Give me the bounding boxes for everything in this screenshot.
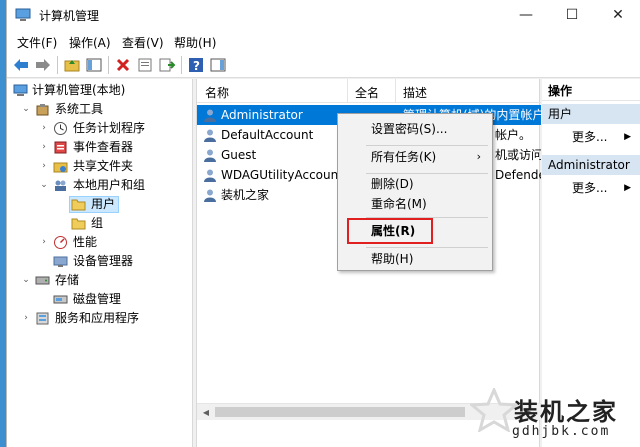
tree-item-event-viewer[interactable]: › 事件查看器 <box>7 138 193 157</box>
tree-item-system-tools[interactable]: ⌄ 系统工具 <box>7 100 193 119</box>
chevron-down-icon[interactable]: ⌄ <box>39 176 49 195</box>
device-manager-icon <box>53 256 68 267</box>
window-title: 计算机管理 <box>39 9 100 23</box>
actions-section-users[interactable]: 用户 <box>542 104 640 124</box>
column-name[interactable]: 名称 <box>205 84 229 101</box>
ctx-rename[interactable]: 重命名(M) <box>339 193 491 215</box>
list-header: 名称 全名 描述 <box>197 79 541 103</box>
tools-icon <box>36 104 49 116</box>
storage-icon <box>35 276 50 285</box>
performance-icon <box>54 236 67 249</box>
maximize-button[interactable]: ☐ <box>549 0 595 30</box>
tree-item-computer-management[interactable]: 计算机管理(本地) <box>7 81 193 100</box>
action-pane-icon[interactable] <box>208 55 228 75</box>
computer-management-icon <box>15 8 31 21</box>
ctx-help[interactable]: 帮助(H) <box>339 248 491 270</box>
toolbar: ? <box>7 52 640 78</box>
clock-icon <box>54 122 67 135</box>
user-icon <box>204 169 216 182</box>
chevron-right-icon[interactable]: › <box>39 157 49 176</box>
column-fullname[interactable]: 全名 <box>355 84 379 101</box>
show-hide-tree-icon[interactable] <box>84 55 104 75</box>
user-icon <box>204 149 216 162</box>
triangle-right-icon: ▶ <box>624 132 631 142</box>
watermark-text: 装机之家 <box>514 398 618 426</box>
tree-item-device-manager[interactable]: 设备管理器 <box>7 252 193 271</box>
triangle-right-icon: ▶ <box>624 183 631 193</box>
actions-more-administrator[interactable]: 更多... ▶ <box>542 178 640 198</box>
services-icon <box>36 312 49 325</box>
actions-more-users[interactable]: 更多... ▶ <box>542 127 640 147</box>
properties-icon[interactable] <box>135 55 155 75</box>
help-icon[interactable]: ? <box>186 55 206 75</box>
chevron-down-icon[interactable]: ⌄ <box>21 271 31 290</box>
watermark-url: gdhjbk.com <box>512 424 611 439</box>
column-description[interactable]: 描述 <box>403 84 427 101</box>
computer-management-icon <box>13 84 28 96</box>
up-folder-icon[interactable] <box>62 55 82 75</box>
event-viewer-icon <box>54 141 67 154</box>
actions-section-administrator[interactable]: Administrator <box>542 155 640 175</box>
chevron-right-icon[interactable]: › <box>39 119 49 138</box>
export-list-icon[interactable] <box>157 55 177 75</box>
menu-help[interactable]: 帮助(H) <box>174 34 216 51</box>
tree-item-local-users-groups[interactable]: ⌄ 本地用户和组 <box>7 176 193 195</box>
minimize-button[interactable]: — <box>503 0 549 30</box>
menu-action[interactable]: 操作(A) <box>69 34 111 51</box>
tree-item-performance[interactable]: › 性能 <box>7 233 193 252</box>
tree-item-disk-management[interactable]: 磁盘管理 <box>7 290 193 309</box>
chevron-right-icon: › <box>476 150 481 163</box>
back-icon[interactable] <box>11 55 31 75</box>
scroll-left-icon[interactable]: ◀ <box>199 406 213 419</box>
navigation-tree: 计算机管理(本地) ⌄ 系统工具 › 任务计划程序 › 事件查看器 › 共享文件… <box>7 79 193 447</box>
tree-item-task-scheduler[interactable]: › 任务计划程序 <box>7 119 193 138</box>
ctx-all-tasks[interactable]: 所有任务(K) › <box>339 146 491 168</box>
ctx-delete[interactable]: 删除(D) <box>339 173 491 195</box>
ctx-set-password[interactable]: 设置密码(S)... <box>339 118 491 140</box>
tree-item-groups[interactable]: 组 <box>7 214 193 233</box>
close-button[interactable]: ✕ <box>595 0 640 30</box>
menu-file[interactable]: 文件(F) <box>17 34 57 51</box>
shared-folder-icon <box>53 162 68 173</box>
chevron-down-icon[interactable]: ⌄ <box>21 100 31 119</box>
tree-item-users[interactable]: 用户 <box>7 195 193 214</box>
user-icon <box>204 129 216 142</box>
delete-icon[interactable] <box>113 55 133 75</box>
chevron-right-icon[interactable]: › <box>39 138 49 157</box>
watermark: 装机之家 gdhjbk.com <box>470 384 640 447</box>
users-group-icon <box>55 180 66 191</box>
tree-item-shared-folders[interactable]: › 共享文件夹 <box>7 157 193 176</box>
disk-icon <box>53 295 68 304</box>
title-bar: 计算机管理 — ☐ ✕ <box>7 0 640 30</box>
folder-icon <box>71 199 86 211</box>
watermark-logo <box>470 388 518 432</box>
chevron-right-icon[interactable]: › <box>21 309 31 328</box>
actions-header: 操作 <box>542 81 640 101</box>
tree-item-storage[interactable]: ⌄ 存储 <box>7 271 193 290</box>
user-icon <box>204 189 216 202</box>
chevron-right-icon[interactable]: › <box>39 233 49 252</box>
computer-management-window: 计算机管理 — ☐ ✕ 文件(F) 操作(A) 查看(V) 帮助(H) ? 计算… <box>6 0 640 447</box>
svg-text:?: ? <box>193 59 200 73</box>
menu-view[interactable]: 查看(V) <box>122 34 164 51</box>
scrollbar-thumb[interactable] <box>215 407 465 417</box>
tree-item-services-apps[interactable]: › 服务和应用程序 <box>7 309 193 328</box>
user-icon <box>204 109 216 122</box>
forward-icon[interactable] <box>33 55 53 75</box>
highlight-box <box>347 218 433 244</box>
menu-bar: 文件(F) 操作(A) 查看(V) 帮助(H) <box>7 30 640 52</box>
folder-icon <box>71 218 86 230</box>
context-menu: 设置密码(S)... 所有任务(K) › 删除(D) 重命名(M) 属性(R) … <box>337 113 493 271</box>
